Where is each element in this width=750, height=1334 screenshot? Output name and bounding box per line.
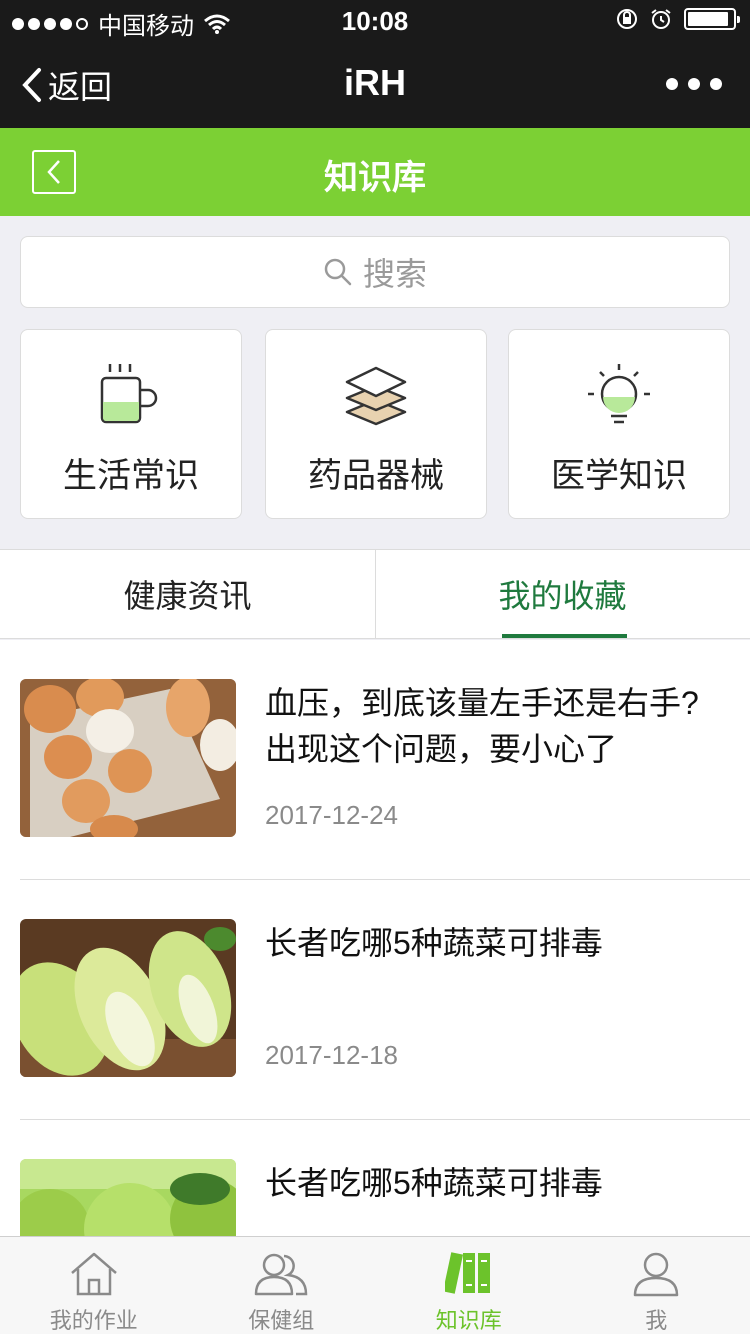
- article-title: 长者吃哪5种蔬菜可排毒: [265, 1165, 603, 1201]
- content-tabs: 健康资讯 我的收藏: [0, 549, 750, 639]
- nav-title: iRH: [344, 62, 406, 103]
- search-placeholder: 搜索: [362, 256, 427, 292]
- list-item[interactable]: 长者吃哪5种蔬菜可排毒 2017-12-18: [0, 880, 750, 1120]
- category-life-tips[interactable]: 生活常识: [20, 329, 242, 519]
- search-input[interactable]: 搜索: [20, 236, 730, 308]
- search-icon: [324, 258, 352, 286]
- article-thumbnail: [20, 679, 236, 837]
- tabbar-item-me[interactable]: 我: [563, 1237, 750, 1334]
- article-date: 2017-12-18: [265, 1040, 398, 1070]
- status-bar: 中国移动 10:08: [0, 0, 750, 40]
- rotation-lock-icon: [617, 9, 637, 29]
- article-title: 长者吃哪5种蔬菜可排毒: [265, 925, 603, 961]
- category-label: 药品器械: [308, 457, 444, 495]
- article-date: 2017-12-24: [265, 800, 398, 830]
- list-item[interactable]: 长者吃哪5种蔬菜可排毒: [0, 1120, 750, 1236]
- tabbar-label: 知识库: [435, 1308, 502, 1333]
- screen: 中国移动 10:08 返回 iRH 知识库 搜索 生活常识 药品器械 医学知识 …: [0, 0, 750, 1334]
- battery-icon: [684, 8, 740, 30]
- category-medicine-devices[interactable]: 药品器械: [265, 329, 487, 519]
- category-label: 医学知识: [551, 457, 687, 495]
- tabbar-item-homework[interactable]: 我的作业: [0, 1237, 188, 1334]
- nav-bar: 返回 iRH: [0, 40, 750, 128]
- more-icon[interactable]: [666, 78, 722, 90]
- tab-health-news[interactable]: 健康资讯: [0, 550, 375, 638]
- tabbar-label: 我: [645, 1308, 668, 1333]
- home-icon: [70, 1252, 117, 1296]
- alarm-icon: [651, 9, 671, 29]
- tabbar-label: 我的作业: [49, 1308, 138, 1333]
- article-list: 血压，到底该量左手还是右手?出现这个问题，要小心了 2017-12-24 长者吃…: [0, 640, 750, 1236]
- bulb-icon: [588, 364, 650, 424]
- tabbar-label: 保健组: [248, 1308, 315, 1333]
- books-icon: [444, 1252, 490, 1294]
- layers-icon: [345, 366, 407, 426]
- tabbar-item-care-group[interactable]: 保健组: [188, 1237, 376, 1334]
- category-label: 生活常识: [63, 457, 199, 495]
- list-item[interactable]: 血压，到底该量左手还是右手?出现这个问题，要小心了 2017-12-24: [0, 640, 750, 880]
- tab-my-favorites[interactable]: 我的收藏: [375, 550, 750, 638]
- article-thumbnail: [20, 1159, 236, 1236]
- tabbar-item-knowledge-base[interactable]: 知识库: [375, 1237, 563, 1334]
- article-title: 血压，到底该量左手还是右手?出现这个问题，要小心了: [265, 685, 699, 767]
- status-right: [616, 8, 740, 30]
- category-medical-knowledge[interactable]: 医学知识: [508, 329, 730, 519]
- page-title: 知识库: [324, 159, 426, 197]
- bottom-tab-bar: 我的作业 保健组 知识库 我: [0, 1236, 750, 1334]
- page-header: 知识库: [0, 128, 750, 216]
- user-icon: [634, 1252, 679, 1297]
- group-icon: [255, 1253, 308, 1296]
- article-thumbnail: [20, 919, 236, 1077]
- cup-icon: [100, 364, 158, 424]
